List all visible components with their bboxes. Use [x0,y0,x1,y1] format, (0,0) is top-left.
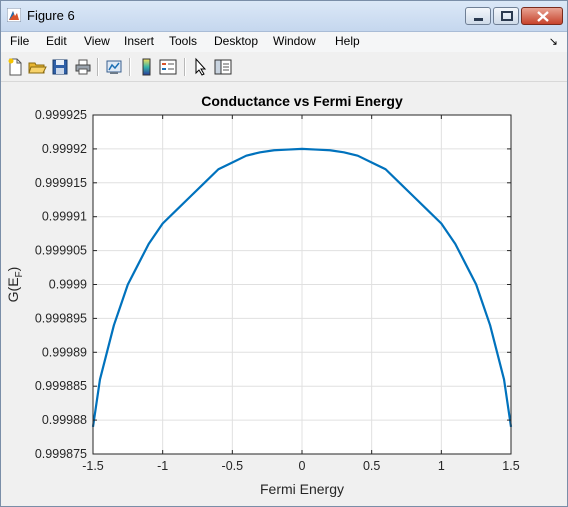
menu-view[interactable]: View [84,34,110,48]
y-axis-label: G(EF) [5,267,25,303]
legend-icon[interactable] [158,57,178,77]
folder-open-icon[interactable] [27,57,47,77]
title-bar[interactable]: Figure 6 [1,1,567,32]
link-plot-icon[interactable] [104,57,124,77]
menu-tools[interactable]: Tools [169,34,197,48]
minimize-button[interactable] [465,7,491,25]
menu-help[interactable]: Help [335,34,360,48]
maximize-icon [501,11,513,21]
y-tick-label: 0.999915 [35,176,87,190]
maximize-button[interactable] [493,7,519,25]
property-panel-icon[interactable] [213,57,233,77]
x-tick-label: -1 [157,459,168,473]
pointer-arrow-icon[interactable] [191,57,211,77]
menu-insert[interactable]: Insert [124,34,154,48]
y-tick-label: 0.99992 [42,142,87,156]
close-button[interactable] [521,7,563,25]
menu-bar: File Edit View Insert Tools Desktop Wind… [1,32,567,52]
toolbar-separator [184,58,186,76]
x-tick-label: -1.5 [82,459,104,473]
menu-edit[interactable]: Edit [46,34,67,48]
x-tick-label: 1 [438,459,445,473]
toolbar-separator [97,58,99,76]
y-axis-label-close: ) [5,267,21,272]
y-tick-label: 0.99989 [42,345,87,359]
curved-arrow-icon[interactable]: ↘ [549,35,558,48]
matlab-figure-icon [7,8,21,22]
figure-toolbar [1,53,567,82]
floppy-disk-icon[interactable] [50,57,70,77]
y-tick-label: 0.999885 [35,379,87,393]
y-tick-label: 0.99991 [42,210,87,224]
y-tick-label: 0.999905 [35,244,87,258]
x-tick-label: 0 [299,459,306,473]
x-tick-label: -0.5 [222,459,244,473]
x-axis-label: Fermi Energy [260,481,344,497]
minimize-icon [474,18,483,21]
printer-icon[interactable] [73,57,93,77]
figure-window: Figure 6 File Edit View Insert Tools Des… [0,0,568,507]
line-chart[interactable]: -1.5 -1 -0.5 0 0.5 1 1.5 0.999875 0.99988 0.99988… [4,82,564,503]
chart-title: Conductance vs Fermi Energy [201,93,403,109]
figure-canvas: -1.5 -1 -0.5 0 0.5 1 1.5 0.999875 0.99988 0.99988… [4,82,564,503]
x-tick-label: 0.5 [363,459,380,473]
new-document-icon[interactable] [5,57,25,77]
menu-window[interactable]: Window [273,34,316,48]
y-tick-label: 0.99988 [42,413,87,427]
toolbar-separator [129,58,131,76]
y-tick-label: 0.999875 [35,447,87,461]
close-icon [537,11,549,22]
x-tick-label: 1.5 [502,459,519,473]
y-tick-label: 0.9999 [49,278,87,292]
menu-file[interactable]: File [10,34,29,48]
window-title: Figure 6 [27,8,75,23]
colorbar-icon[interactable] [136,57,156,77]
y-tick-label: 0.999925 [35,108,87,122]
y-axis-label-main: G(E [5,277,21,302]
y-tick-label: 0.999895 [35,311,87,325]
menu-desktop[interactable]: Desktop [214,34,258,48]
